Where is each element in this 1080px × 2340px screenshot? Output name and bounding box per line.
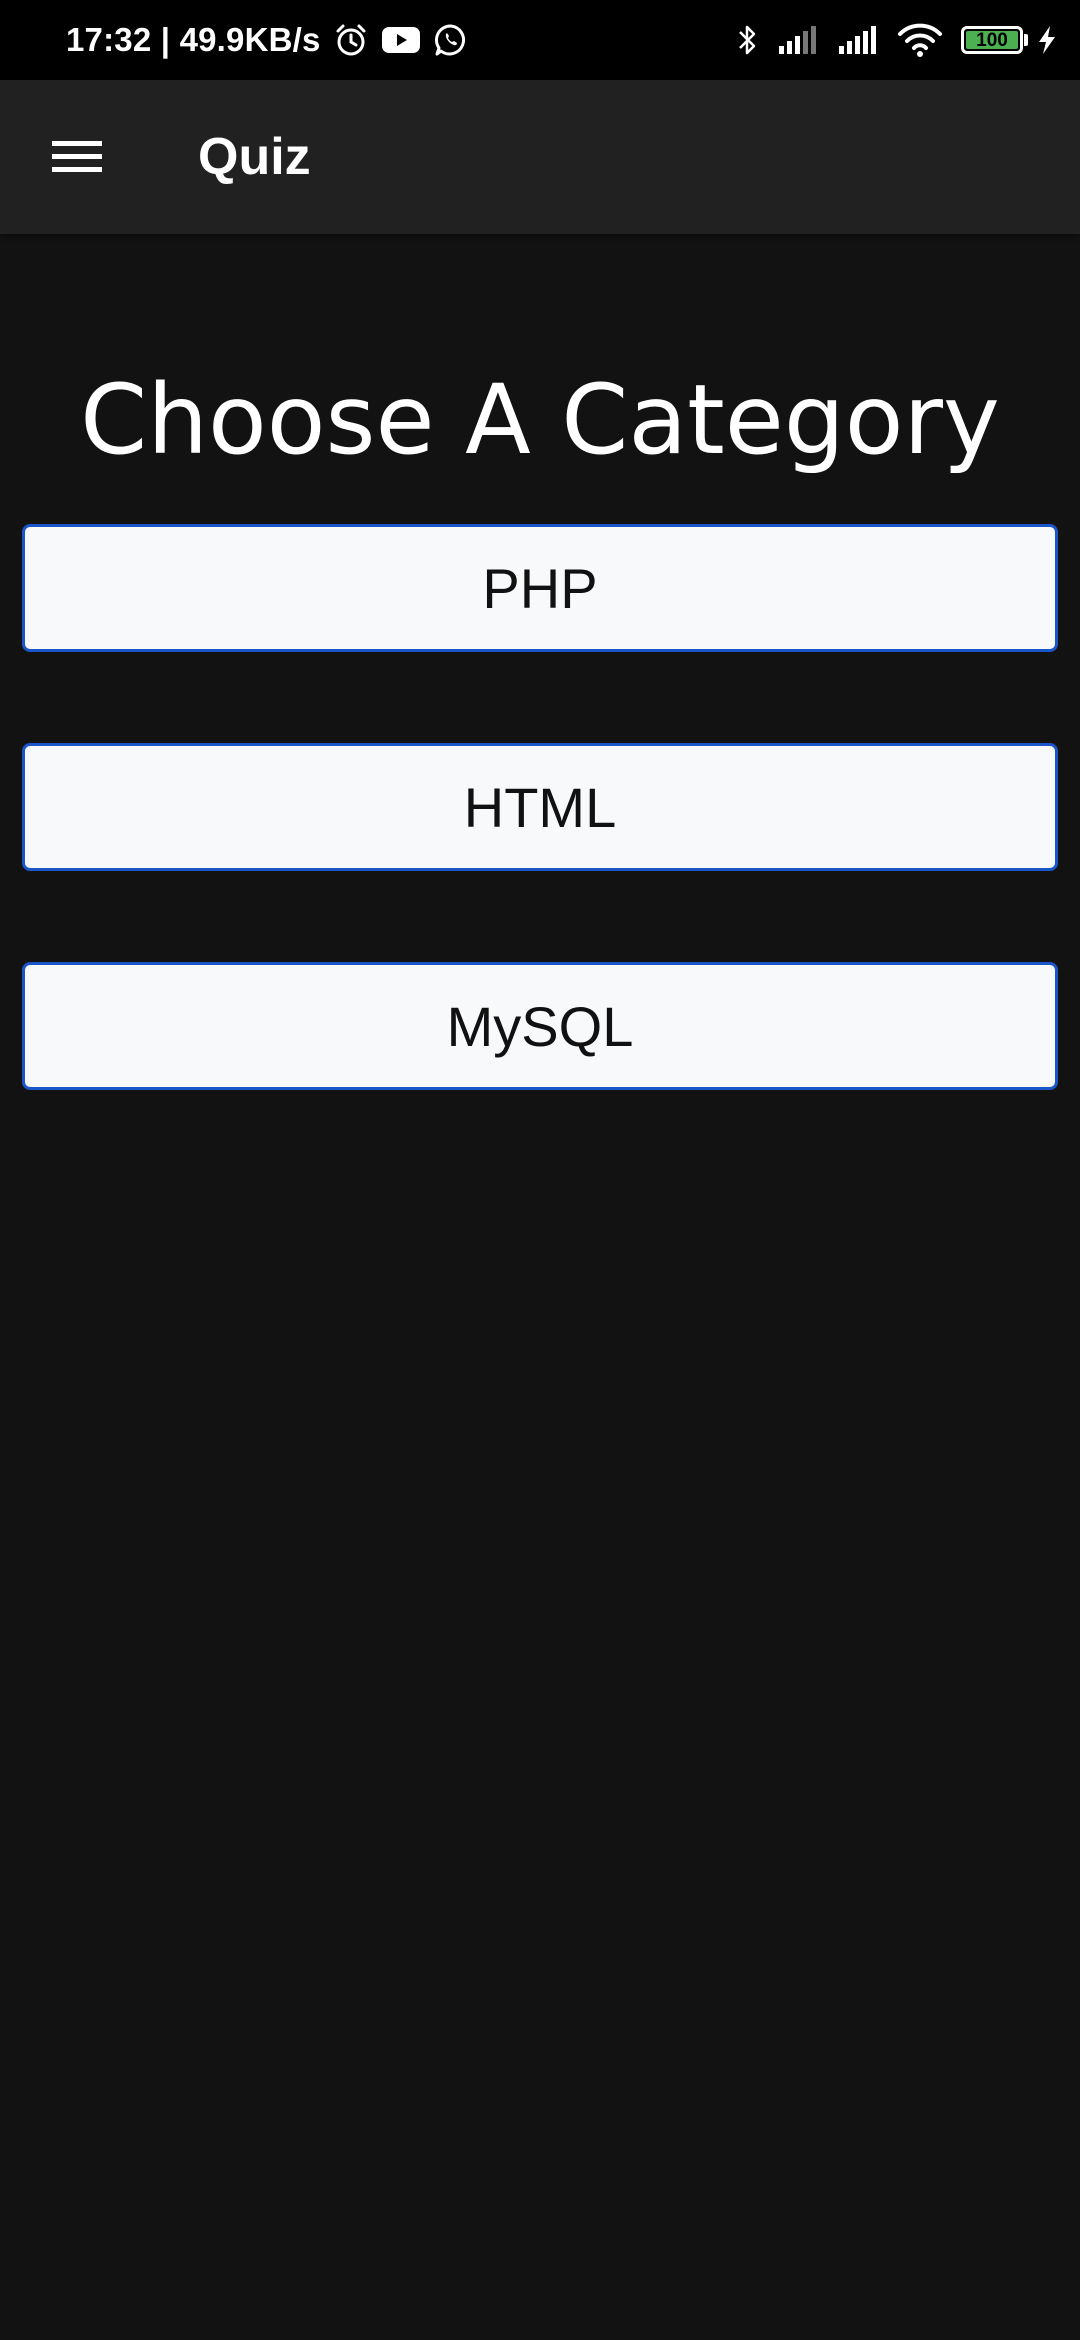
category-button-php[interactable]: PHP <box>22 524 1058 652</box>
signal-icon <box>837 24 879 56</box>
battery-body: 100 <box>961 26 1023 54</box>
status-bar: 17:32 | 49.9KB/s 100 <box>0 0 1080 80</box>
category-button-html[interactable]: HTML <box>22 743 1058 871</box>
battery-icon: 100 <box>961 26 1028 54</box>
battery-cap <box>1024 34 1028 46</box>
app-title: Quiz <box>198 128 311 186</box>
alarm-icon <box>333 22 369 58</box>
charging-icon <box>1036 24 1058 56</box>
page-heading: Choose A Category <box>80 364 1000 476</box>
category-button-mysql[interactable]: MySQL <box>22 962 1058 1090</box>
whatsapp-icon <box>433 22 469 58</box>
wifi-icon <box>897 22 943 58</box>
screen: 17:32 | 49.9KB/s 100 Quiz Choose A Categ… <box>0 0 1080 2340</box>
battery-level: 100 <box>976 29 1008 51</box>
status-right: 100 <box>717 0 1058 80</box>
app-bar: Quiz <box>0 80 1080 234</box>
status-time-speed: 17:32 | 49.9KB/s <box>66 21 321 58</box>
hamburger-menu-icon <box>52 141 102 172</box>
signal-icon <box>777 24 819 56</box>
youtube-icon <box>381 25 421 55</box>
status-left: 17:32 | 49.9KB/s <box>66 0 469 80</box>
menu-button[interactable] <box>34 121 120 193</box>
bluetooth-icon <box>735 22 759 58</box>
